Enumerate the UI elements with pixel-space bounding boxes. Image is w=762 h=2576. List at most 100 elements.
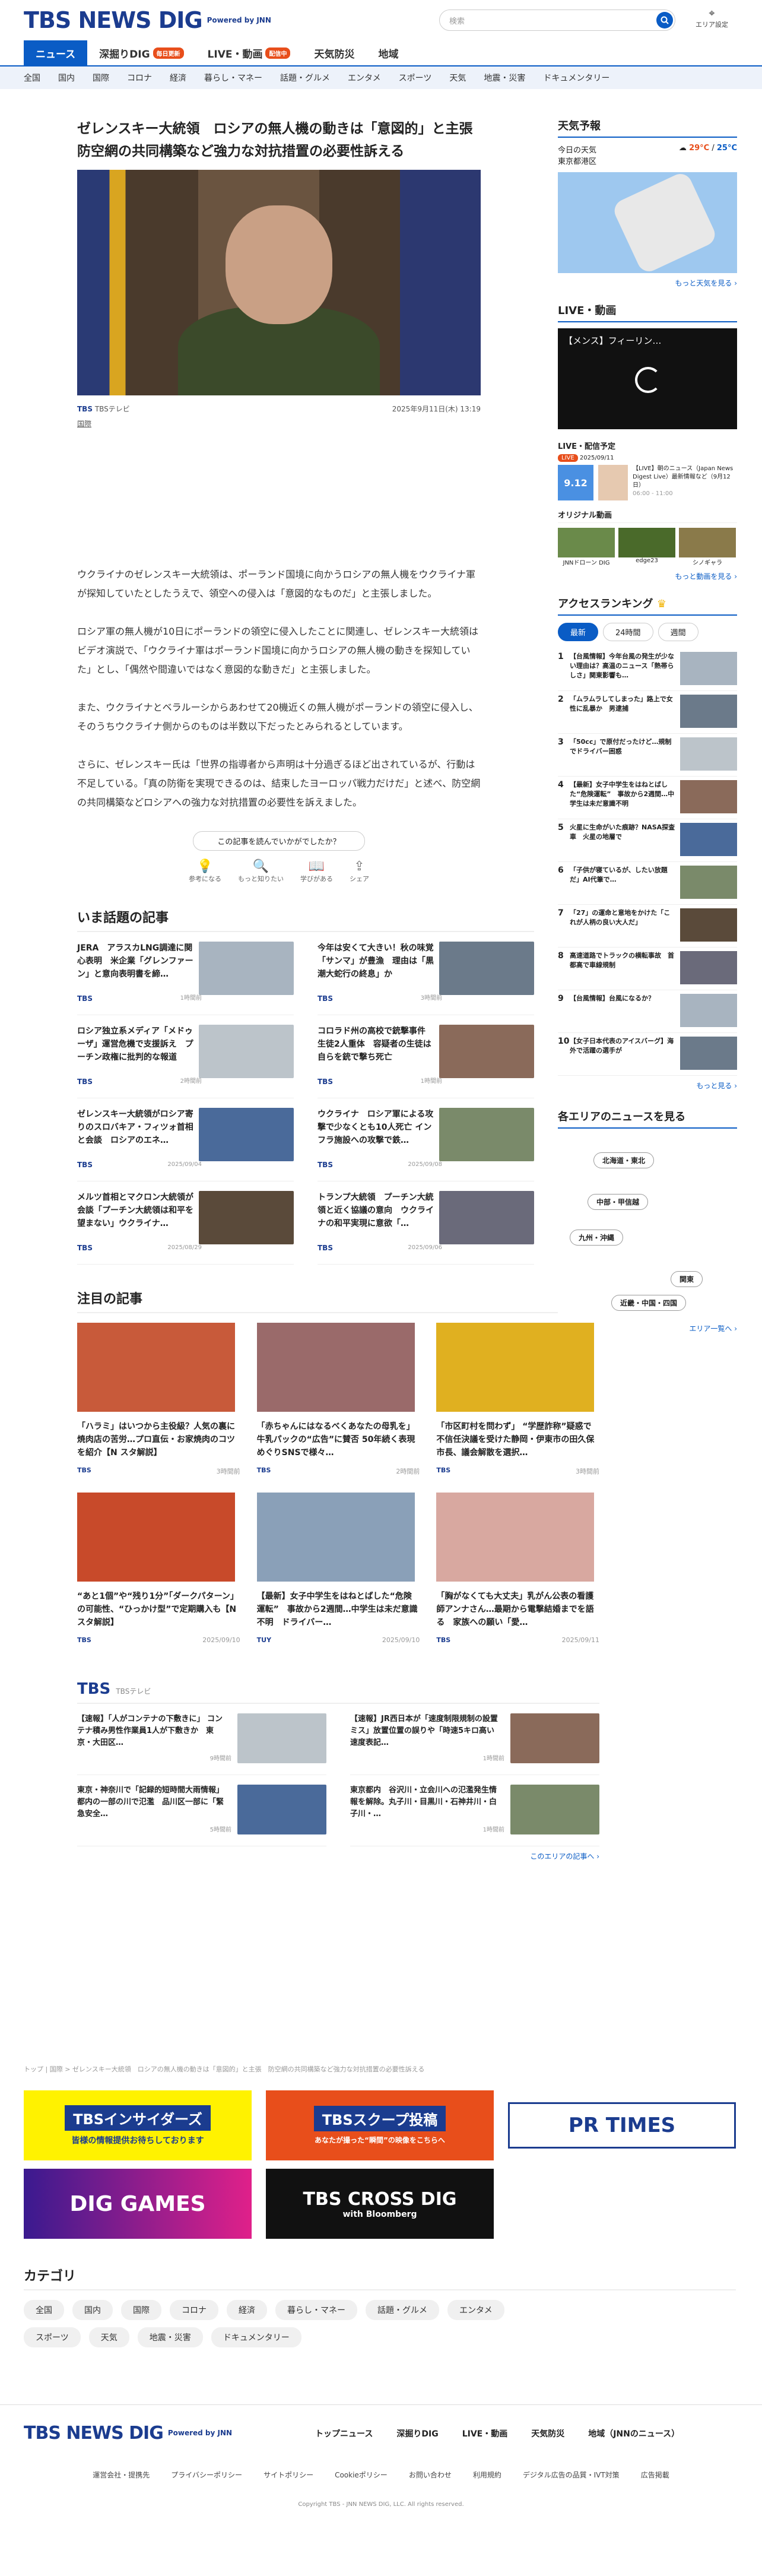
tbs-article-card[interactable]: 東京・神奈川で「記録的短時間大雨情報」都内の一部の川で氾濫 品川区一部に「緊急安… bbox=[77, 1775, 326, 1846]
category-chip[interactable]: 全国 bbox=[24, 2300, 64, 2320]
category-nav-item[interactable]: エンタメ bbox=[348, 72, 381, 84]
ranking-item[interactable]: 6 「子供が寝ているが、したい放題だ」AI代筆で… bbox=[558, 862, 737, 905]
ranking-more-link[interactable]: もっと見る › bbox=[558, 1081, 737, 1091]
footer-nav-link[interactable]: トップニュース bbox=[315, 2428, 373, 2439]
ranking-item[interactable]: 7 「27」の運命と意地をかけた「これが人柄の良い大人だ」 bbox=[558, 905, 737, 948]
more-videos-link[interactable]: もっと動画を見る › bbox=[558, 571, 737, 581]
footer-link[interactable]: 広告掲載 bbox=[641, 2470, 669, 2480]
site-logo[interactable]: TBS NEWS DIG Powered by JNN bbox=[24, 7, 271, 33]
ranking-item[interactable]: 5 火星に生命がいた痕跡？NASA探査車 火星の地層で bbox=[558, 819, 737, 862]
area-button[interactable]: 関東 bbox=[671, 1271, 703, 1287]
footer-link[interactable]: Cookieポリシー bbox=[335, 2470, 388, 2480]
tab-news[interactable]: ニュース bbox=[24, 40, 88, 65]
category-chip[interactable]: コロナ bbox=[170, 2300, 218, 2320]
footer-link[interactable]: お問い合わせ bbox=[409, 2470, 452, 2480]
footer-link[interactable]: デジタル広告の品質・IVT対策 bbox=[523, 2470, 620, 2480]
featured-article-card[interactable]: 「赤ちゃんにはなるべくあなたの母乳を」牛乳パックの“広告”に賛否 50年続く表現… bbox=[256, 1323, 420, 1493]
ranking-item[interactable]: 9 【台風情報】台風になるか？ bbox=[558, 990, 737, 1033]
category-nav-item[interactable]: 話題・グルメ bbox=[280, 72, 330, 84]
featured-article-card[interactable]: 「市区町村を問わず」 “学歴詐称”疑惑で不信任決議を受けた静岡・伊東市の田久保市… bbox=[436, 1323, 599, 1493]
category-chip[interactable]: 暮らし・マネー bbox=[275, 2300, 357, 2320]
ranking-tab[interactable]: 24時間 bbox=[603, 623, 653, 641]
tab-area[interactable]: 地域 bbox=[366, 40, 410, 65]
category-nav-item[interactable]: 暮らし・マネー bbox=[204, 72, 262, 84]
footer-nav-link[interactable]: 天気防災 bbox=[531, 2428, 564, 2439]
hot-article-card[interactable]: メルツ首相とマクロン大統領が会談「プーチン大統領は和平を望まない」ウクライナ… T… bbox=[77, 1181, 294, 1265]
category-nav-item[interactable]: 全国 bbox=[24, 72, 40, 84]
area-list-link[interactable]: エリア一覧へ › bbox=[558, 1323, 737, 1333]
featured-article-card[interactable]: “あと1個”や“残り1分”「ダークパターン」の可能性、“ひっかけ型”で定期購入も… bbox=[77, 1493, 240, 1662]
reaction-learn-more-button[interactable]: 🔍 もっと知りたい bbox=[238, 859, 284, 883]
footer-nav-link[interactable]: LIVE・動画 bbox=[462, 2428, 508, 2439]
category-nav-item[interactable]: スポーツ bbox=[399, 72, 432, 84]
category-chip[interactable]: 地震・災害 bbox=[137, 2327, 203, 2347]
tbs-article-card[interactable]: 【速報】「人がコンテナの下敷きに」 コンテナ積み男性作業員1人が下敷きか 東京・… bbox=[77, 1704, 326, 1775]
hot-article-card[interactable]: JERA アラスカLNG調達に関心表明 米企業「グレンファーン」と意向表明書を締… bbox=[77, 932, 294, 1015]
area-button[interactable]: 北海道・東北 bbox=[593, 1152, 655, 1168]
category-chip[interactable]: 天気 bbox=[88, 2327, 129, 2347]
reaction-helpful-button[interactable]: 💡 参考になる bbox=[189, 859, 221, 883]
hot-article-card[interactable]: コロラド州の高校で銃撃事件 生徒2人重体 容疑者の生徒は自らを銃で撃ち死亡 TBS… bbox=[318, 1015, 534, 1098]
category-chip[interactable]: スポーツ bbox=[24, 2327, 81, 2347]
category-nav-item[interactable]: コロナ bbox=[127, 72, 152, 84]
tbs-article-card[interactable]: 東京都内 谷沢川・立会川への氾濫発生情報を解除。丸子川・目黒川・石神井川・白子川… bbox=[350, 1775, 599, 1846]
ranking-item[interactable]: 2 「ムラムラしてしまった」路上で女性に乱暴か 男逮捕 bbox=[558, 691, 737, 734]
footer-nav-link[interactable]: 地域（JNNのニュース） bbox=[588, 2428, 680, 2439]
category-chip[interactable]: 話題・グルメ bbox=[366, 2300, 439, 2320]
original-video-item[interactable]: シノギャラ bbox=[679, 528, 736, 566]
live-program[interactable]: 9.12 【LIVE】朝のニュース（Japan News Digest Live）… bbox=[558, 465, 737, 500]
original-video-item[interactable]: edge23 bbox=[618, 528, 675, 566]
category-nav-item[interactable]: 地震・災害 bbox=[484, 72, 525, 84]
category-nav-item[interactable]: 経済 bbox=[170, 72, 186, 84]
tbs-article-card[interactable]: 【速報】JR西日本が「速度制限規制の設置ミス」放置位置の誤りや「時速5キロ高い速… bbox=[350, 1704, 599, 1775]
category-nav-item[interactable]: ドキュメンタリー bbox=[543, 72, 609, 84]
reaction-learning-button[interactable]: 📖 学びがある bbox=[300, 859, 333, 883]
ranking-item[interactable]: 4 【最新】女子中学生をはねとばした“危険運転” 事故から2週間…中学生は未だ意識… bbox=[558, 777, 737, 819]
area-button[interactable]: 九州・沖縄 bbox=[570, 1230, 624, 1246]
article-category-link[interactable]: 国際 bbox=[77, 419, 534, 429]
footer-logo[interactable]: TBS NEWS DIG Powered by JNN bbox=[24, 2423, 232, 2444]
category-nav-item[interactable]: 天気 bbox=[449, 72, 466, 84]
live-player[interactable]: 【メンス】フィーリン… bbox=[558, 328, 737, 429]
hot-article-card[interactable]: ロシア独立系メディア「メドゥーザ」運営危機で支援訴え プーチン政権に批判的な報道… bbox=[77, 1015, 294, 1098]
hot-article-card[interactable]: ウクライナ ロシア軍による攻撃で少なくとも10人死亡 インフラ施設への攻撃で鉄…… bbox=[318, 1098, 534, 1181]
category-nav-item[interactable]: 国内 bbox=[58, 72, 75, 84]
featured-article-card[interactable]: 「ハラミ」はいつから主役級？人気の裏に焼肉店の苦労…プロ直伝・お家焼肉のコツを紹… bbox=[77, 1323, 240, 1493]
hot-article-card[interactable]: 今年は安くて大きい！秋の味覚「サンマ」が豊漁 理由は「黒潮大蛇行の終息」か TBS… bbox=[318, 932, 534, 1015]
ranking-tab[interactable]: 週間 bbox=[658, 623, 698, 641]
footer-link[interactable]: サイトポリシー bbox=[263, 2470, 313, 2480]
ranking-item[interactable]: 1 【台風情報】今年台風の発生が少ない理由は？高温のニュース「熱帯らしさ」関東影響… bbox=[558, 648, 737, 691]
ranking-tab[interactable]: 最新 bbox=[558, 623, 599, 641]
area-settings-button[interactable]: ⌖ エリア設定 bbox=[696, 7, 728, 29]
hot-article-card[interactable]: トランプ大統領 プーチン大統領と近く協議の意向 ウクライナの和平実現に意欲「… T… bbox=[318, 1181, 534, 1265]
original-video-item[interactable]: JNNドローン DIG bbox=[558, 528, 615, 566]
footer-link[interactable]: 運営会社・提携先 bbox=[93, 2470, 150, 2480]
featured-article-card[interactable]: 【最新】女子中学生をはねとばした“危険運転” 事故から2週間…中学生は未だ意識不… bbox=[256, 1493, 420, 1662]
category-chip[interactable]: 国内 bbox=[72, 2300, 113, 2320]
area-button[interactable]: 近畿・中国・四国 bbox=[611, 1295, 687, 1311]
search-button[interactable] bbox=[656, 12, 673, 28]
prtimes-banner[interactable]: PR TIMES bbox=[508, 2102, 736, 2149]
category-chip[interactable]: 国際 bbox=[121, 2300, 161, 2320]
category-chip[interactable]: エンタメ bbox=[447, 2300, 504, 2320]
cross-dig-banner[interactable]: TBS CROSS DIG with Bloomberg bbox=[266, 2169, 494, 2239]
tab-live[interactable]: LIVE・動画 配信中 bbox=[196, 40, 303, 65]
dig-games-banner[interactable]: DIG GAMES bbox=[24, 2169, 252, 2239]
ranking-item[interactable]: 10 【女子日本代表のアイスバーグ】海外で活躍の選手が bbox=[558, 1033, 737, 1076]
category-chip[interactable]: ドキュメンタリー bbox=[211, 2327, 301, 2347]
area-button[interactable]: 中部・甲信越 bbox=[588, 1194, 649, 1210]
category-nav-item[interactable]: 国際 bbox=[93, 72, 109, 84]
tab-dig[interactable]: 深掘りDIG 毎日更新 bbox=[87, 40, 195, 65]
hot-article-card[interactable]: ゼレンスキー大統領がロシア寄りのスロバキア・フィツォ首相と会談 ロシアのエネ… T… bbox=[77, 1098, 294, 1181]
footer-nav-link[interactable]: 深掘りDIG bbox=[396, 2428, 438, 2439]
ranking-item[interactable]: 3 「50cc」で原付だったけど…規制でドライバー困惑 bbox=[558, 734, 737, 777]
scoop-banner[interactable]: TBSスクープ投稿 あなたが撮った“瞬間”の映像をこちらへ bbox=[266, 2090, 494, 2160]
featured-article-card[interactable]: 「胸がなくても大丈夫」乳がん公表の看護師アンナさん…最期から電撃結婚までを語る … bbox=[436, 1493, 599, 1662]
category-chip[interactable]: 経済 bbox=[227, 2300, 267, 2320]
footer-link[interactable]: プライバシーポリシー bbox=[171, 2470, 242, 2480]
footer-link[interactable]: 利用規約 bbox=[473, 2470, 501, 2480]
insiders-banner[interactable]: TBSインサイダーズ 皆様の情報提供お待ちしております bbox=[24, 2090, 252, 2160]
area-articles-link[interactable]: このエリアの記事へ › bbox=[77, 1851, 599, 1861]
ranking-item[interactable]: 8 高速道路でトラックの横転事故 首都高で車線規制 bbox=[558, 948, 737, 990]
weather-map[interactable] bbox=[558, 172, 737, 273]
